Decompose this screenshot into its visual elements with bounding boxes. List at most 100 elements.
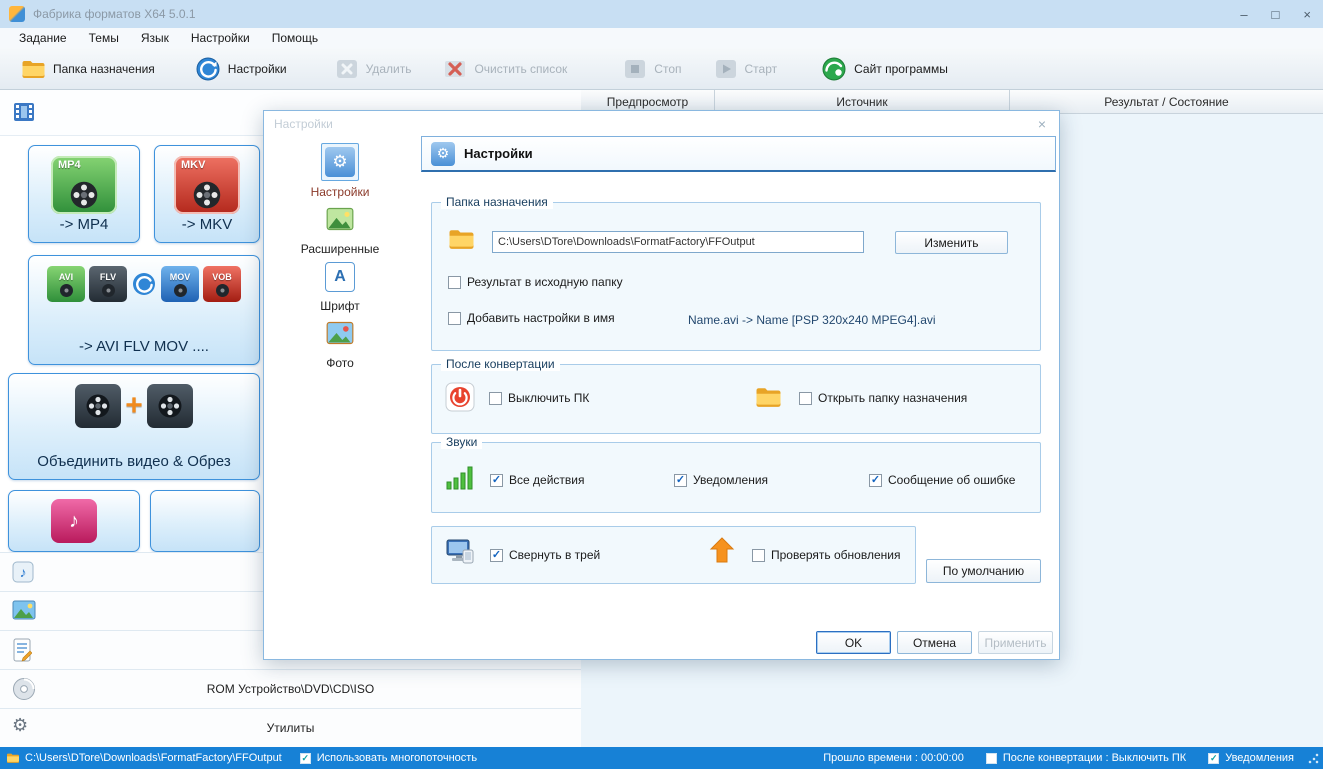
rom-category-row[interactable]: ROM Устройство\DVD\CD\ISO — [0, 669, 581, 708]
music-video-icon: ♪ — [51, 499, 97, 543]
folder-icon — [448, 227, 475, 251]
checkbox-check-updates[interactable]: Проверять обновления — [752, 548, 900, 562]
menu-help[interactable]: Помощь — [261, 29, 329, 47]
dialog-nav-settings[interactable]: ⚙ Настройки — [264, 143, 416, 199]
join-video-button-label: Объединить видео & Обрез — [37, 453, 230, 470]
minimize-button[interactable]: – — [1240, 7, 1247, 22]
checkbox-all-actions[interactable]: Все действия — [490, 473, 584, 487]
checkbox-box — [490, 474, 503, 487]
default-settings-button[interactable]: По умолчанию — [926, 559, 1041, 583]
checkbox-result-to-source[interactable]: Результат в исходную папку — [448, 275, 623, 289]
checkbox-error-message[interactable]: Сообщение об ошибке — [869, 473, 1015, 487]
photo-category-icon — [12, 599, 36, 621]
website-label: Сайт программы — [854, 62, 948, 76]
stop-button[interactable]: Стоп — [614, 52, 690, 86]
ok-button[interactable]: OK — [816, 631, 891, 654]
film-clip-icon — [147, 384, 193, 428]
apply-button[interactable]: Применить — [978, 631, 1053, 654]
checkbox-add-settings-to-name[interactable]: Добавить настройки в имя — [448, 311, 615, 325]
delete-label: Удалить — [366, 62, 412, 76]
dialog-nav-photo[interactable]: Фото — [264, 315, 416, 370]
checkbox-label: После конвертации : Выключить ПК — [1003, 752, 1186, 764]
website-icon — [821, 56, 847, 82]
settings-icon — [195, 56, 221, 82]
dialog-nav-advanced[interactable]: Расширенные — [264, 201, 416, 256]
dialog-nav-settings-label: Настройки — [264, 185, 416, 199]
checkbox-shutdown-after[interactable]: После конвертации : Выключить ПК — [986, 752, 1186, 764]
maximize-button[interactable]: □ — [1272, 7, 1280, 22]
checkbox-label: Сообщение об ошибке — [888, 473, 1015, 487]
dialog-nav-advanced-label: Расширенные — [264, 242, 416, 256]
mp4-tag: MP4 — [58, 159, 81, 171]
flv-icon: FLV — [89, 266, 127, 302]
video-category-icon — [12, 100, 36, 124]
settings-nav-icon: ⚙ — [325, 147, 355, 177]
clear-list-icon — [443, 57, 467, 81]
app-icon — [9, 6, 25, 22]
menubar: Задание Темы Язык Настройки Помощь — [0, 28, 1323, 48]
settings-button[interactable]: Настройки — [186, 51, 296, 87]
checkbox-shutdown-pc[interactable]: Выключить ПК — [489, 391, 589, 405]
after-conversion-legend: После конвертации — [441, 357, 560, 371]
extra-format-button[interactable] — [150, 490, 260, 552]
update-arrow-icon — [709, 536, 735, 564]
rom-category-label: ROM Устройство\DVD\CD\ISO — [0, 670, 581, 708]
join-video-button[interactable]: + Объединить видео & Обрез — [8, 373, 260, 480]
document-category-icon — [12, 638, 32, 662]
resize-grip[interactable] — [1308, 753, 1319, 764]
dest-folder-group: Папка назначения Изменить Результат в ис… — [431, 202, 1041, 351]
statusbar: C:\Users\DTore\Downloads\FormatFactory\F… — [0, 747, 1323, 769]
film-clip-icon — [75, 384, 121, 428]
cancel-button[interactable]: Отмена — [897, 631, 972, 654]
convert-to-mkv-button[interactable]: MKV -> MKV — [154, 145, 260, 243]
dialog-nav-font[interactable]: А Шрифт — [264, 259, 416, 313]
folder-icon — [21, 58, 46, 80]
dest-folder-button[interactable]: Папка назначения — [12, 53, 164, 85]
mp4-button-label: -> MP4 — [60, 216, 109, 233]
mp4-icon: MP4 — [51, 156, 117, 214]
menu-themes[interactable]: Темы — [78, 29, 130, 47]
window-title: Фабрика форматов X64 5.0.1 — [33, 7, 196, 21]
music-video-button[interactable]: ♪ — [8, 490, 140, 552]
checkbox-box — [869, 474, 882, 487]
menu-settings[interactable]: Настройки — [180, 29, 261, 47]
checkbox-notifications[interactable]: Уведомления — [674, 473, 768, 487]
mov-icon: MOV — [161, 266, 199, 302]
sounds-group: Звуки Все действия Уведомления Сообщение… — [431, 442, 1041, 513]
checkbox-box — [986, 753, 997, 764]
checkbox-label: Выключить ПК — [508, 391, 589, 405]
delete-button[interactable]: Удалить — [326, 52, 421, 86]
start-button[interactable]: Старт — [705, 52, 787, 86]
checkbox-box — [799, 392, 812, 405]
checkbox-box — [489, 392, 502, 405]
window-controls: – □ × — [1240, 0, 1311, 28]
checkbox-multithread[interactable]: Использовать многопоточность — [300, 752, 477, 764]
close-button[interactable]: × — [1303, 7, 1311, 22]
dialog-close-icon[interactable]: × — [1038, 116, 1046, 132]
utilities-category-row[interactable]: ⚙ Утилиты — [0, 708, 581, 747]
checkbox-label: Все действия — [509, 473, 584, 487]
checkbox-box — [1208, 753, 1219, 764]
clear-list-button[interactable]: Очистить список — [434, 52, 576, 86]
start-icon — [714, 57, 738, 81]
menu-language[interactable]: Язык — [130, 29, 180, 47]
dest-path-input[interactable] — [492, 231, 864, 253]
checkbox-open-dest-folder[interactable]: Открыть папку назначения — [799, 391, 967, 405]
dialog-header: ⚙ Настройки — [421, 136, 1056, 172]
convert-to-avi-flv-mov-button[interactable]: AVI FLV MOV VOB -> AVI FLV MOV .... — [28, 255, 260, 365]
checkbox-notifications-status[interactable]: Уведомления — [1208, 752, 1294, 764]
start-label: Старт — [745, 62, 778, 76]
plus-icon: + — [125, 391, 143, 421]
photo-nav-icon — [325, 318, 355, 348]
checkbox-minimize-to-tray[interactable]: Свернуть в трей — [490, 548, 600, 562]
website-button[interactable]: Сайт программы — [812, 51, 957, 87]
checkbox-label: Проверять обновления — [771, 548, 900, 562]
titlebar: Фабрика форматов X64 5.0.1 – □ × — [0, 0, 1323, 28]
menu-task[interactable]: Задание — [8, 29, 78, 47]
mkv-tag: MKV — [181, 159, 205, 171]
avi-icon: AVI — [47, 266, 85, 302]
checkbox-box — [300, 753, 311, 764]
change-folder-button[interactable]: Изменить — [895, 231, 1008, 254]
convert-to-mp4-button[interactable]: MP4 -> MP4 — [28, 145, 140, 243]
dialog-nav-photo-label: Фото — [264, 356, 416, 370]
